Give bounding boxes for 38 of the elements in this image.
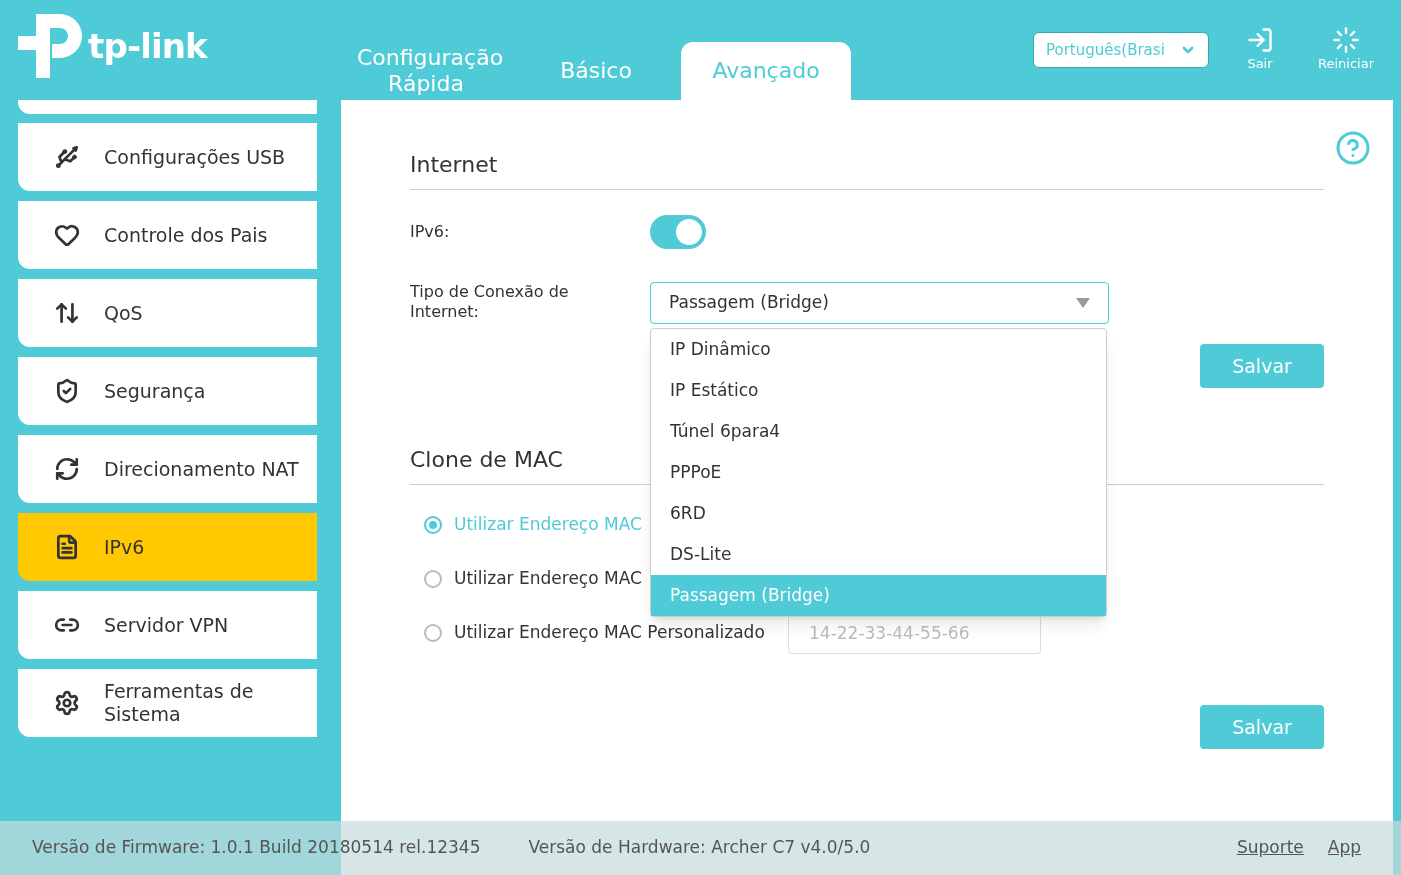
- heart-icon: [54, 222, 80, 248]
- sidebar-item[interactable]: Configurações USB: [18, 123, 317, 191]
- arrows-icon: [54, 300, 80, 326]
- sidebar-item[interactable]: IPv6: [18, 513, 317, 581]
- radio-button[interactable]: [424, 570, 442, 588]
- shield-icon: [54, 378, 80, 404]
- firmware-version: Versão de Firmware: 1.0.1 Build 20180514 rel.12345: [32, 836, 481, 860]
- footer-link[interactable]: Suporte: [1236, 835, 1304, 861]
- dropdown-option[interactable]: IP Dinâmico: [651, 329, 1106, 370]
- sidebar-item[interactable]: Ferramentas de Sistema: [18, 669, 317, 737]
- caret-icon: [1076, 298, 1090, 308]
- document-icon: [54, 534, 80, 560]
- hardware-version: Versão de Hardware: Archer C7 v4.0/5.0: [528, 836, 871, 860]
- sidebar-item[interactable]: Controle dos Pais: [18, 201, 317, 269]
- sidebar-item[interactable]: Direcionamento NAT: [18, 435, 317, 503]
- logo-text: tp-link: [88, 24, 207, 68]
- exit-icon: [1246, 26, 1274, 55]
- radio-button[interactable]: [424, 624, 442, 642]
- dropdown-option[interactable]: 6RD: [651, 493, 1106, 534]
- connection-type-select[interactable]: Passagem (Bridge): [650, 282, 1109, 324]
- restart-icon: [1332, 26, 1360, 55]
- sidebar-item[interactable]: QoS: [18, 279, 317, 347]
- radio-button[interactable]: [424, 516, 442, 534]
- help-icon[interactable]: [1335, 130, 1371, 166]
- dropdown-option[interactable]: IP Estático: [651, 370, 1106, 411]
- gear-icon: [54, 690, 80, 716]
- sidebar-item[interactable]: Segurança: [18, 357, 317, 425]
- radio-label[interactable]: Utilizar Endereço MAC Personalizado: [454, 620, 788, 646]
- footer-link[interactable]: App: [1327, 835, 1361, 861]
- dropdown-option[interactable]: DS-Lite: [651, 534, 1106, 575]
- usb-icon: [54, 144, 80, 170]
- ipv6-toggle[interactable]: [650, 215, 706, 249]
- sidebar-item[interactable]: Servidor VPN: [18, 591, 317, 659]
- field-label: Tipo de Conexão de Internet:: [410, 282, 570, 322]
- section-title: Internet: [410, 148, 1324, 190]
- field-label: IPv6:: [410, 221, 451, 243]
- logo-icon: [18, 12, 84, 80]
- refresh-icon: [54, 456, 80, 482]
